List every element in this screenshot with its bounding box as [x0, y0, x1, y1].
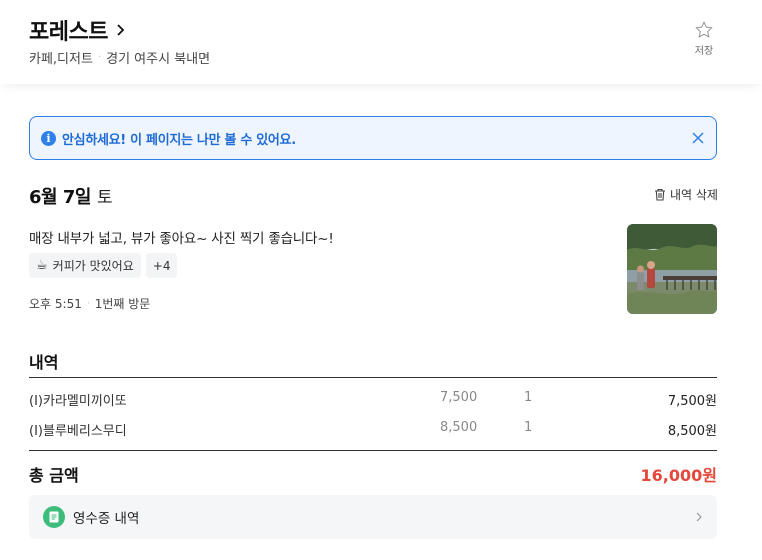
chevron-right-icon — [696, 512, 702, 522]
more-tags-count: +4 — [152, 258, 171, 273]
place-name: 포레스트 — [29, 20, 108, 45]
item-name: (I)카라멜미끼이또 — [29, 394, 127, 409]
total-label: 총 금액 — [29, 466, 79, 485]
place-header: 포레스트 카페,디저트 · 경기 여주시 북내면 저장 — [0, 0, 762, 84]
item-qty: 1 — [524, 420, 533, 435]
place-title-link[interactable]: 포레스트 — [29, 14, 128, 46]
save-button[interactable]: 저장 — [690, 20, 718, 57]
receipt-icon — [43, 506, 65, 528]
order-section-title: 내역 — [29, 353, 59, 372]
visit-time: 오후 5:51 — [29, 297, 82, 311]
notice-text: 안심하세요! 이 페이지는 나만 볼 수 있어요. — [62, 132, 296, 148]
close-icon[interactable] — [691, 131, 705, 145]
visit-count: 1번째 방문 — [94, 297, 151, 311]
review-tag: ☕ 커피가 맛있어요 — [29, 253, 141, 278]
visit-weekday: 토 — [96, 188, 113, 208]
separator-dot: · — [97, 52, 102, 63]
review-tags: ☕ 커피가 맛있어요 +4 — [29, 253, 182, 278]
item-price: 7,500 — [440, 390, 478, 405]
receipt-label: 영수증 내역 — [73, 511, 140, 527]
review-photo-image — [627, 224, 717, 314]
chevron-right-icon — [117, 24, 125, 36]
delete-history-button[interactable]: 내역 삭제 — [654, 186, 718, 203]
coffee-icon: ☕ — [36, 258, 48, 273]
total-amount: 16,000원 — [640, 466, 717, 485]
more-tags-button[interactable]: +4 — [145, 253, 178, 278]
item-name: (I)블루베리스무디 — [29, 424, 127, 439]
item-amount: 8,500원 — [667, 424, 717, 439]
review-text: 매장 내부가 넓고, 뷰가 좋아요~ 사진 찍기 좋습니다~! — [29, 231, 334, 247]
trash-icon — [655, 188, 665, 201]
divider — [29, 377, 717, 378]
place-address: 경기 여주시 북내면 — [106, 52, 211, 67]
star-icon — [695, 21, 713, 38]
place-category: 카페,디저트 — [29, 52, 93, 67]
visit-date-main: 6월 7일 — [29, 187, 91, 208]
place-meta: 카페,디저트 · 경기 여주시 북내면 — [29, 48, 210, 67]
privacy-notice: i 안심하세요! 이 페이지는 나만 볼 수 있어요. — [29, 116, 717, 160]
separator-dot: · — [86, 298, 90, 309]
order-item-row: (I)블루베리스무디 8,500 1 8,500원 — [29, 420, 717, 440]
info-icon: i — [41, 130, 56, 146]
save-label: 저장 — [694, 46, 714, 57]
item-price: 8,500 — [440, 420, 478, 435]
divider — [29, 450, 717, 451]
visit-info: 오후 5:51 · 1번째 방문 — [29, 295, 150, 312]
item-amount: 7,500원 — [667, 394, 717, 409]
review-tag-label: 커피가 맛있어요 — [52, 259, 134, 273]
receipt-history-button[interactable]: 영수증 내역 — [29, 495, 717, 539]
delete-label: 내역 삭제 — [670, 188, 718, 202]
review-photo[interactable] — [627, 224, 717, 314]
item-qty: 1 — [524, 390, 533, 405]
document-icon — [49, 511, 59, 523]
order-item-row: (I)카라멜미끼이또 7,500 1 7,500원 — [29, 390, 717, 410]
visit-date: 6월 7일 토 — [29, 183, 113, 209]
